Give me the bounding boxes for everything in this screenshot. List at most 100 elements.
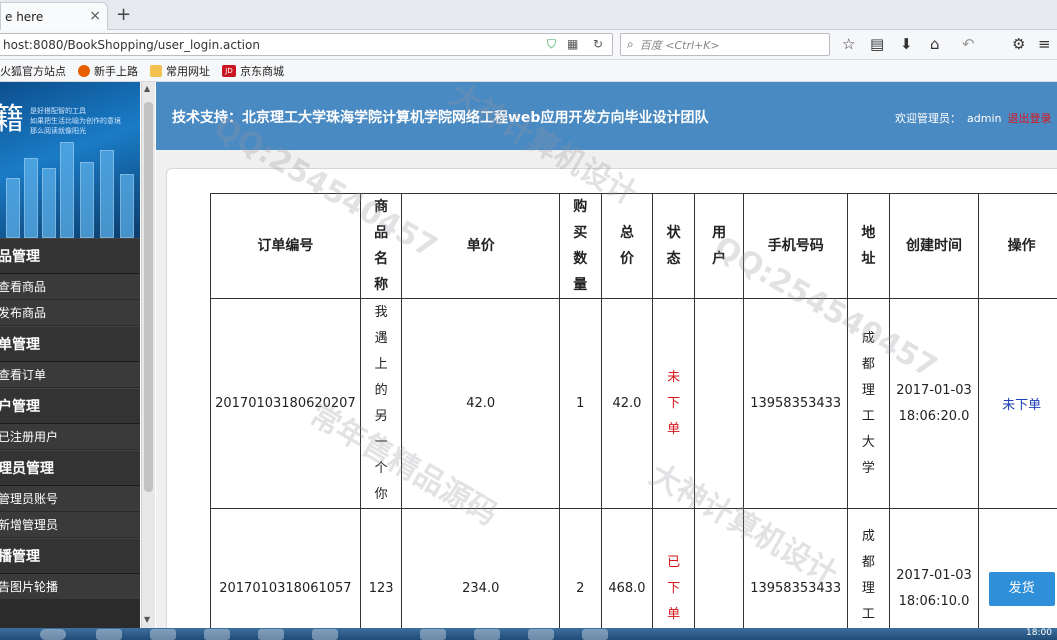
orders-table: 订单编号 商品名称 单价 购买数量 总价 状态 用户 手机号码 地址 创建时间 … bbox=[210, 193, 1057, 628]
sidebar-banner: 籍 是好搭配智的工具 如果把生活比喻为创作的意境 那么阅读就像阳光 bbox=[0, 82, 140, 238]
col-total: 总价 bbox=[600, 193, 654, 299]
table-row: 2017010318061057 123 234.0 2 468.0 已下单 1… bbox=[210, 508, 1057, 628]
taskbar-clock: 18:00 bbox=[1026, 628, 1052, 638]
download-icon[interactable]: ⬇ bbox=[900, 35, 913, 53]
cell-status: 未下单 bbox=[652, 298, 695, 509]
start-button[interactable] bbox=[40, 629, 66, 640]
browser-tab[interactable]: e here × bbox=[0, 2, 108, 30]
logout-link[interactable]: 退出登录 bbox=[1007, 112, 1051, 125]
taskbar-app-icon[interactable] bbox=[528, 629, 554, 640]
cell-price: 234.0 bbox=[401, 508, 560, 628]
welcome-area: 欢迎管理员： admin 退出登录 bbox=[895, 110, 1051, 126]
taskbar-app-icon[interactable] bbox=[258, 629, 284, 640]
content-header: 技术支持：北京理工大学珠海学院计算机学院网络工程web应用开发方向毕业设计团队 … bbox=[156, 82, 1057, 150]
not-ordered-link[interactable]: 未下单 bbox=[1002, 398, 1041, 413]
browser-tabbar: e here × + bbox=[0, 0, 1057, 30]
menu-group-users[interactable]: 户管理 bbox=[0, 388, 140, 424]
qrcode-icon[interactable]: ▦ bbox=[567, 37, 578, 51]
menu-item-view-products[interactable]: 查看商品 bbox=[0, 274, 140, 300]
taskbar-app-icon[interactable] bbox=[204, 629, 230, 640]
cell-phone: 13958353433 bbox=[743, 508, 849, 628]
cell-total: 468.0 bbox=[600, 508, 654, 628]
scroll-up-icon[interactable]: ▲ bbox=[144, 84, 150, 93]
os-taskbar: 18:00 bbox=[0, 628, 1057, 640]
menu-group-orders[interactable]: 单管理 bbox=[0, 326, 140, 362]
cell-qty: 2 bbox=[558, 508, 602, 628]
url-text: host:8080/BookShopping/user_login.action bbox=[3, 37, 260, 52]
taskbar-app-icon[interactable] bbox=[474, 629, 500, 640]
banner-logo-char: 籍 bbox=[0, 102, 24, 137]
taskbar-app-icon[interactable] bbox=[150, 629, 176, 640]
taskbar-app-icon[interactable] bbox=[312, 629, 338, 640]
search-icon: ⌕ bbox=[627, 37, 634, 51]
home-icon[interactable]: ⌂ bbox=[930, 35, 940, 53]
scrollbar-thumb[interactable] bbox=[144, 102, 153, 492]
bookmark-label: 京东商城 bbox=[240, 64, 284, 78]
menu-group-products[interactable]: 品管理 bbox=[0, 238, 140, 274]
cell-qty: 1 bbox=[558, 298, 602, 509]
admin-sidebar: 籍 是好搭配智的工具 如果把生活比喻为创作的意境 那么阅读就像阳光 品管理 查看… bbox=[0, 82, 140, 628]
tools-icon[interactable]: ⚙ bbox=[1012, 35, 1025, 53]
reading-list-icon[interactable]: ▤ bbox=[870, 35, 884, 53]
taskbar-app-icon[interactable] bbox=[582, 629, 608, 640]
bookmark-common-sites[interactable]: 常用网址 bbox=[150, 63, 210, 79]
bookmarks-bar: 火狐官方站点 新手上路 常用网址 JD 京东商城 bbox=[0, 60, 1057, 82]
shield-icon[interactable]: ⛉ bbox=[547, 37, 556, 52]
bookmark-jd[interactable]: JD 京东商城 bbox=[222, 63, 284, 79]
cell-created: 2017-01-03 18:06:10.0 bbox=[888, 508, 980, 628]
ship-button[interactable]: 发货 bbox=[988, 571, 1055, 606]
col-address: 地址 bbox=[847, 193, 890, 299]
cell-total: 42.0 bbox=[600, 298, 654, 509]
menu-item-admin-accounts[interactable]: 管理员账号 bbox=[0, 486, 140, 512]
menu-item-carousel-images[interactable]: 告图片轮播 bbox=[0, 574, 140, 600]
bookmark-firefox-site[interactable]: 火狐官方站点 bbox=[0, 63, 66, 79]
menu-group-admins[interactable]: 理员管理 bbox=[0, 450, 140, 486]
admin-name: admin bbox=[967, 112, 1002, 125]
menu-item-registered-users[interactable]: 已注册用户 bbox=[0, 424, 140, 450]
cell-price: 42.0 bbox=[401, 298, 560, 509]
col-user: 用户 bbox=[693, 193, 745, 299]
cell-address: 成都理工大学 bbox=[847, 298, 890, 509]
table-row: 20170103180620207 我遇上的另一个你 42.0 1 42.0 未… bbox=[210, 298, 1057, 509]
menu-icon[interactable]: ≡ bbox=[1038, 35, 1051, 53]
scroll-down-icon[interactable]: ▼ bbox=[144, 615, 150, 624]
cell-user bbox=[693, 508, 745, 628]
close-tab-icon[interactable]: × bbox=[89, 8, 101, 24]
cell-action: 发货 bbox=[978, 508, 1057, 628]
url-bar[interactable]: host:8080/BookShopping/user_login.action… bbox=[0, 33, 613, 56]
search-bar[interactable]: ⌕ 百度 <Ctrl+K> bbox=[620, 33, 830, 56]
sidebar-scrollbar[interactable]: ▲ ▼ bbox=[141, 82, 155, 628]
jd-logo-icon: JD bbox=[222, 64, 236, 77]
bookmark-getting-started[interactable]: 新手上路 bbox=[78, 63, 138, 79]
menu-group-carousel[interactable]: 播管理 bbox=[0, 538, 140, 574]
col-action: 操作 bbox=[978, 193, 1057, 299]
book-shape bbox=[42, 168, 56, 238]
menu-item-add-admin[interactable]: 新增管理员 bbox=[0, 512, 140, 538]
back-icon[interactable]: ↶ bbox=[962, 35, 975, 53]
book-shape bbox=[60, 142, 74, 238]
cell-order-no: 2017010318061057 bbox=[210, 508, 361, 628]
col-product: 商品名称 bbox=[359, 193, 403, 299]
menu-item-publish-product[interactable]: 发布商品 bbox=[0, 300, 140, 326]
cell-product: 我遇上的另一个你 bbox=[359, 298, 403, 509]
banner-line: 如果把生活比喻为创作的意境 bbox=[30, 117, 121, 125]
book-shape bbox=[80, 162, 94, 238]
cell-phone: 13958353433 bbox=[743, 298, 849, 509]
book-shape bbox=[120, 174, 134, 238]
star-icon[interactable]: ☆ bbox=[842, 35, 855, 53]
col-price: 单价 bbox=[401, 193, 560, 299]
new-tab-button[interactable]: + bbox=[116, 4, 131, 25]
page-title: 技术支持：北京理工大学珠海学院计算机学院网络工程web应用开发方向毕业设计团队 bbox=[172, 110, 709, 126]
folder-icon bbox=[150, 64, 162, 77]
cell-address: 成都理工大 bbox=[847, 508, 890, 628]
cell-status: 已下单 bbox=[652, 508, 695, 628]
bookmark-label: 常用网址 bbox=[166, 64, 210, 78]
col-order-no: 订单编号 bbox=[210, 193, 361, 299]
cell-user bbox=[693, 298, 745, 509]
taskbar-app-icon[interactable] bbox=[420, 629, 446, 640]
banner-line: 那么阅读就像阳光 bbox=[30, 127, 86, 135]
menu-item-view-orders[interactable]: 查看订单 bbox=[0, 362, 140, 388]
book-shape bbox=[24, 158, 38, 238]
reload-icon[interactable]: ↻ bbox=[593, 37, 603, 51]
taskbar-app-icon[interactable] bbox=[96, 629, 122, 640]
